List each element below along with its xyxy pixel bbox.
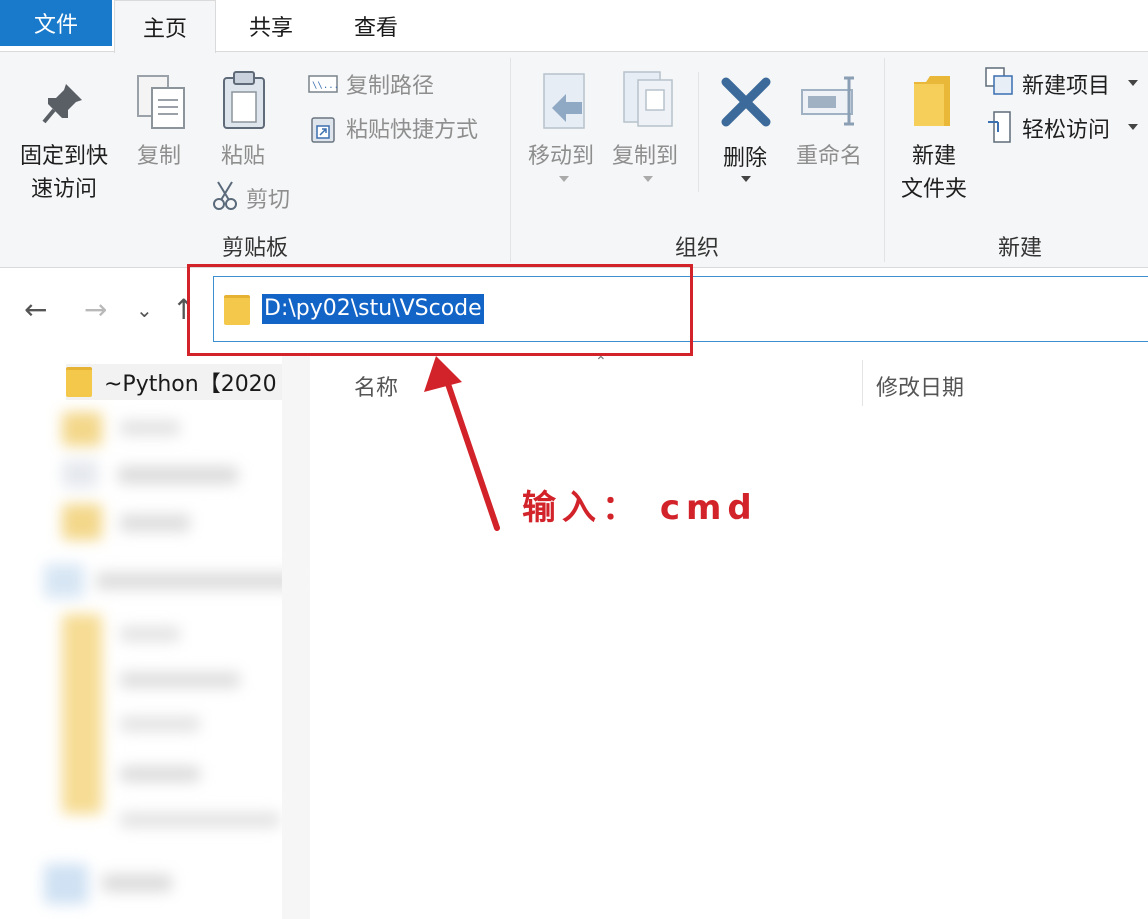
copy-label: 复制 bbox=[136, 144, 181, 169]
rename-icon bbox=[801, 76, 854, 126]
tab-view[interactable]: 查看 bbox=[326, 0, 426, 52]
new-item-dropdown-caret bbox=[1128, 80, 1138, 86]
group-divider-2 bbox=[884, 58, 885, 262]
recent-locations-chevron-icon[interactable]: ⌄ bbox=[136, 300, 153, 320]
move-to-label: 移动到 bbox=[527, 144, 594, 169]
new-group-label: 新建 bbox=[997, 236, 1042, 261]
paste-icon bbox=[223, 71, 265, 129]
tab-share[interactable]: 共享 bbox=[222, 0, 320, 52]
paste-label: 粘贴 bbox=[220, 144, 265, 169]
paste-shortcut-icon bbox=[311, 117, 335, 143]
paste-shortcut-label: 粘贴快捷方式 bbox=[346, 118, 479, 143]
move-to-dropdown-caret bbox=[559, 176, 569, 182]
organize-divider bbox=[698, 72, 699, 192]
copy-path-label: 复制路径 bbox=[346, 74, 435, 99]
nav-pane-scrollbar[interactable] bbox=[282, 354, 310, 919]
folder-icon bbox=[66, 367, 92, 397]
annotation-instruction-text: 输入： cmd bbox=[522, 488, 758, 528]
new-folder-icon bbox=[914, 76, 950, 126]
delete-label: 删除 bbox=[722, 146, 767, 171]
back-arrow-icon[interactable]: ← bbox=[24, 296, 47, 324]
tab-file[interactable]: 文件 bbox=[0, 0, 112, 46]
tab-home[interactable]: 主页 bbox=[114, 0, 216, 53]
easy-access-label: 轻松访问 bbox=[1022, 118, 1111, 143]
group-divider bbox=[510, 58, 511, 262]
ribbon-home: 固定到快 速访问 复制 粘贴 \\... 复制路径 粘贴快捷方式 剪切 剪贴板 … bbox=[0, 52, 1148, 268]
copy-to-icon bbox=[623, 71, 673, 127]
delete-dropdown-caret bbox=[741, 176, 751, 182]
clipboard-group-label: 剪贴板 bbox=[221, 236, 288, 261]
nav-pane-item[interactable]: ~Python【2020 ⌃ bbox=[66, 364, 306, 400]
svg-text:\\...: \\... bbox=[312, 81, 338, 91]
column-header-modified-date[interactable]: 修改日期 bbox=[876, 370, 964, 402]
organize-group-label: 组织 bbox=[674, 236, 719, 261]
copy-path-icon: \\... bbox=[308, 75, 338, 93]
nav-pane-item-label: ~Python【2020 bbox=[104, 372, 277, 397]
easy-access-icon bbox=[988, 111, 1011, 143]
move-to-icon bbox=[543, 73, 585, 129]
ribbon-tab-bar: 文件 主页 共享 查看 bbox=[0, 0, 1148, 53]
new-item-icon bbox=[985, 67, 1013, 95]
new-folder-label-line2: 文件夹 bbox=[900, 177, 967, 202]
easy-access-dropdown-caret bbox=[1128, 124, 1138, 130]
file-list-pane: ⌃ 名称 修改日期 bbox=[312, 354, 1148, 919]
sort-indicator-icon: ⌃ bbox=[595, 354, 607, 370]
copy-to-label: 复制到 bbox=[611, 144, 678, 169]
column-separator[interactable] bbox=[862, 360, 863, 406]
pin-label-line2: 速访问 bbox=[30, 177, 97, 202]
blurred-folder-list bbox=[40, 404, 310, 919]
pin-icon bbox=[42, 84, 82, 124]
copy-icon bbox=[137, 75, 185, 129]
rename-label: 重命名 bbox=[795, 144, 862, 169]
delete-x-icon bbox=[721, 77, 771, 127]
navigation-pane: ~Python【2020 ⌃ bbox=[0, 354, 310, 919]
forward-arrow-icon[interactable]: → bbox=[84, 296, 107, 324]
cut-label: 剪切 bbox=[246, 188, 291, 213]
annotation-highlight-box bbox=[187, 264, 693, 356]
scissors-icon bbox=[213, 181, 237, 210]
copy-to-dropdown-caret bbox=[643, 176, 653, 182]
pin-label-line1: 固定到快 bbox=[19, 144, 108, 169]
new-item-label: 新建项目 bbox=[1022, 74, 1111, 99]
column-header-name[interactable]: 名称 bbox=[354, 370, 398, 402]
new-folder-label-line1: 新建 bbox=[911, 144, 956, 169]
